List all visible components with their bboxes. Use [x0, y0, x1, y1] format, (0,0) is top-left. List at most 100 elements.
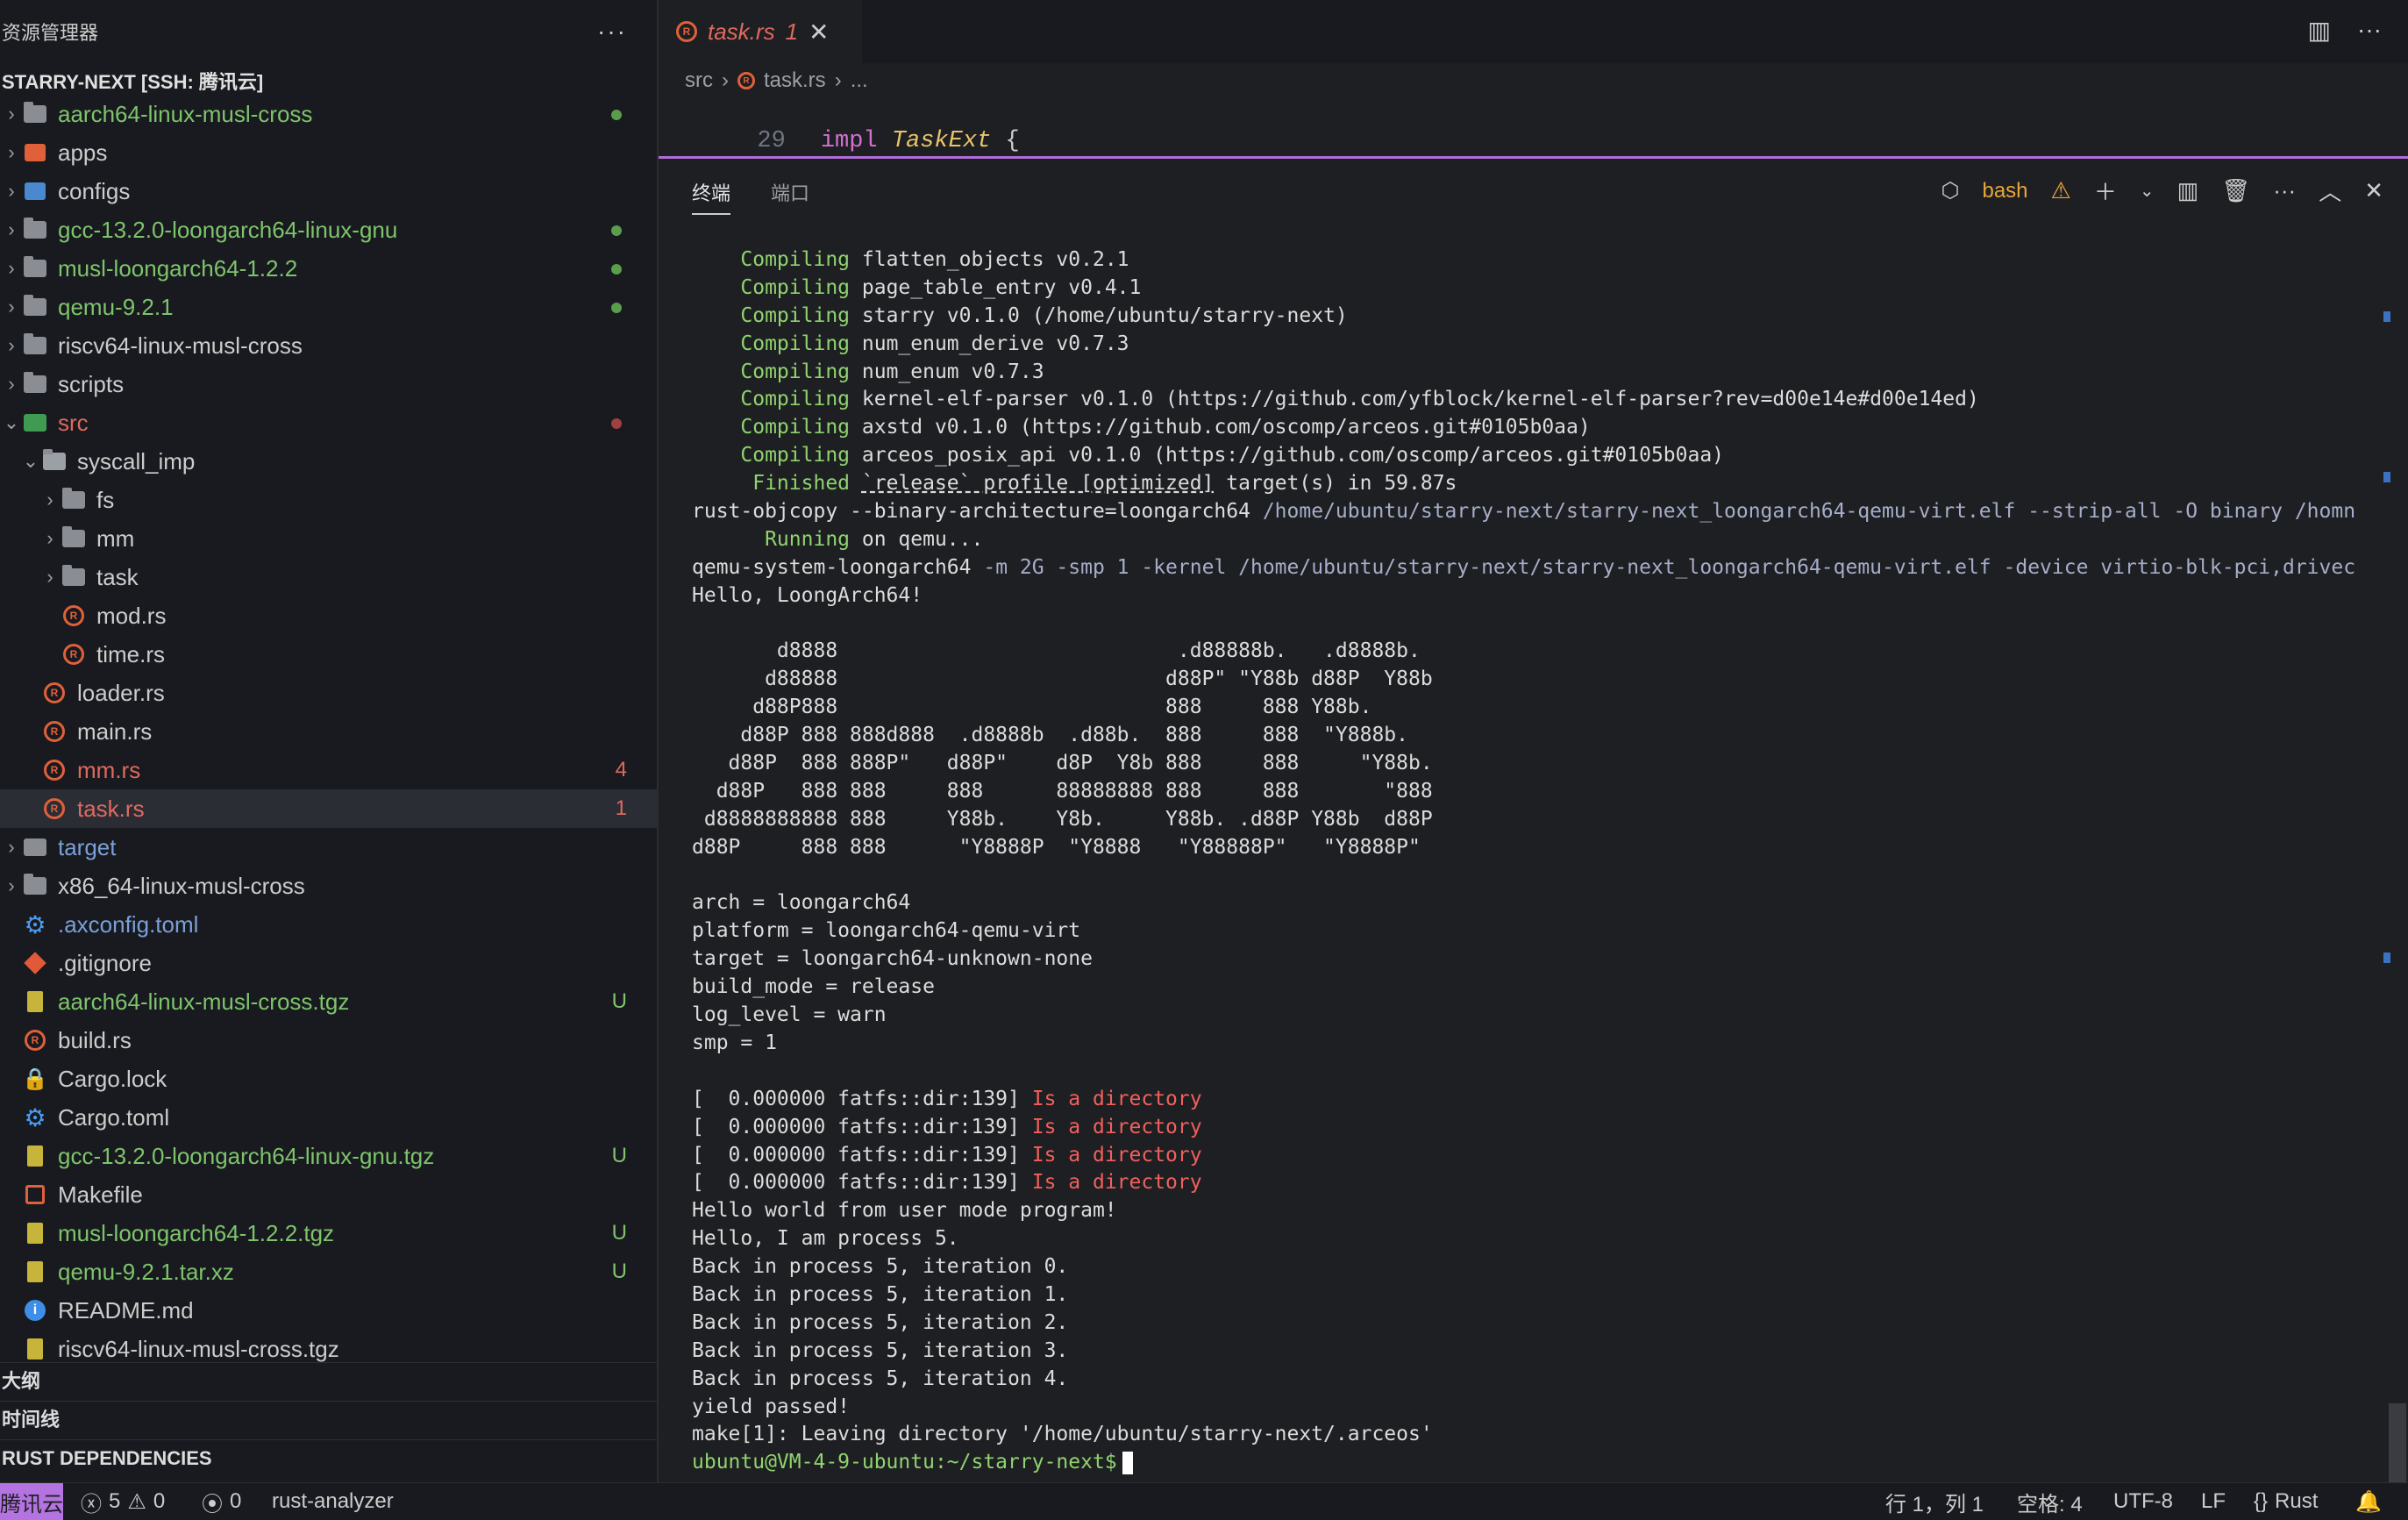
- editor-area: R task.rs 1 ✕ ▥ ··· src › R task.rs › ..…: [659, 0, 2408, 158]
- terminal-text: kernel-elf-parser v0.1.0 (https://github…: [861, 388, 1979, 411]
- folder-icon: [61, 565, 86, 589]
- info-icon: i: [23, 1298, 47, 1323]
- folder-item[interactable]: › aarch64-linux-musl-cross: [0, 95, 657, 133]
- file-item[interactable]: ⚙ .axconfig.toml: [0, 905, 657, 944]
- folder-item[interactable]: › qemu-9.2.1: [0, 288, 657, 326]
- breadcrumb-symbol[interactable]: ...: [851, 68, 868, 93]
- terminal-line: Compiling flatten_objects v0.2.1: [692, 246, 2376, 275]
- terminal-text: arceos_posix_api v0.1.0 (https://github.…: [861, 444, 1725, 467]
- trash-icon[interactable]: 🗑: [2221, 177, 2250, 204]
- close-tab-icon[interactable]: ✕: [809, 18, 829, 46]
- folder-item[interactable]: › x86_64-linux-musl-cross: [0, 867, 657, 905]
- folder-item[interactable]: ⌄ src: [0, 403, 657, 442]
- status-badge: 4: [615, 758, 627, 781]
- problems-indicator[interactable]: ⓧ 5 ⚠ 0: [81, 1483, 165, 1520]
- chevron-right-icon: ›: [8, 257, 15, 279]
- ports-indicator[interactable]: ⦿ 0: [202, 1483, 241, 1520]
- breadcrumb-src[interactable]: src: [685, 68, 713, 93]
- file-item[interactable]: Rmod.rs: [0, 596, 657, 635]
- terminal-line: d88P 888 888 "Y8888P "Y8888 "Y88888P" "Y…: [692, 834, 2376, 862]
- braces-icon: {}: [2254, 1489, 2269, 1513]
- maximize-panel-icon[interactable]: ︿: [2319, 175, 2341, 207]
- terminal-line: Compiling arceos_posix_api v0.1.0 (https…: [692, 442, 2376, 470]
- tab-terminal[interactable]: 终端: [692, 178, 731, 215]
- folder-item[interactable]: › task: [0, 558, 657, 596]
- folder-item[interactable]: › fs: [0, 481, 657, 519]
- folder-item[interactable]: ⌄ syscall_imp: [0, 442, 657, 481]
- cursor-position[interactable]: 行 1，列 1: [1885, 1483, 1984, 1520]
- terminal-line: arch = loongarch64: [692, 889, 2376, 917]
- file-item[interactable]: 🔒 Cargo.lock: [0, 1060, 657, 1098]
- file-item[interactable]: gcc-13.2.0-loongarch64-linux-gnu.tgz U: [0, 1137, 657, 1175]
- file-item[interactable]: Rbuild.rs: [0, 1021, 657, 1060]
- shell-name[interactable]: bash: [1982, 179, 2027, 203]
- terminal-line: d88P 888 888P" d88P" d8P Y8b 888 888 "Y8…: [692, 750, 2376, 778]
- breadcrumb-file[interactable]: task.rs: [764, 68, 826, 93]
- terminal-text: Running: [692, 527, 862, 551]
- project-header[interactable]: STARRY-NEXT [SSH: 腾讯云]: [0, 67, 659, 98]
- terminal-text: Back in process 5, iteration 2.: [692, 1310, 1069, 1334]
- status-badge: U: [611, 1221, 627, 1245]
- file-item[interactable]: Makefile: [0, 1175, 657, 1214]
- file-item[interactable]: Rmm.rs 4: [0, 751, 657, 789]
- terminal-line: platform = loongarch64-qemu-virt: [692, 917, 2376, 946]
- terminal-panel: 终端 端口 ⬡ bash ⚠ ＋ ⌄ ▥ 🗑 ··· ︿ ✕ Compiling…: [659, 159, 2408, 1482]
- file-item[interactable]: ⚙ Cargo.toml: [0, 1098, 657, 1137]
- terminal-output[interactable]: Compiling flatten_objects v0.2.1 Compili…: [692, 246, 2376, 1477]
- language-mode[interactable]: {} Rust: [2254, 1483, 2318, 1520]
- tab-ports[interactable]: 端口: [771, 178, 809, 215]
- folder-item[interactable]: › riscv64-linux-musl-cross: [0, 326, 657, 365]
- tree-item-label: aarch64-linux-musl-cross.tgz: [58, 988, 350, 1015]
- file-item[interactable]: musl-loongarch64-1.2.2.tgz U: [0, 1214, 657, 1252]
- terminal-text: [ 0.000000 fatfs::dir:139]: [692, 1171, 1032, 1195]
- file-item[interactable]: qemu-9.2.1.tar.xz U: [0, 1252, 657, 1291]
- terminal-line: d88P 888 888 888 88888888 888 888 "888: [692, 778, 2376, 806]
- remote-indicator[interactable]: 腾讯云: [0, 1483, 63, 1520]
- file-item[interactable]: Rtask.rs 1: [0, 789, 657, 828]
- tree-item-label: scripts: [58, 370, 125, 397]
- folder-item[interactable]: › gcc-13.2.0-loongarch64-linux-gnu: [0, 211, 657, 249]
- terminal-text: Back in process 5, iteration 3.: [692, 1338, 1069, 1362]
- file-item[interactable]: Rloader.rs: [0, 674, 657, 712]
- folder-item[interactable]: › target: [0, 828, 657, 867]
- split-terminal-icon[interactable]: ▥: [2177, 177, 2199, 204]
- more-actions-icon[interactable]: ···: [2273, 177, 2296, 204]
- tree-item-label: musl-loongarch64-1.2.2: [58, 254, 298, 282]
- chevron-down-icon[interactable]: ⌄: [2140, 180, 2155, 202]
- file-item[interactable]: .gitignore: [0, 944, 657, 982]
- tab-task-rs[interactable]: R task.rs 1 ✕: [659, 0, 862, 63]
- code-line[interactable]: 30 pub fn new(uctx: UspaceContext, aspac…: [659, 139, 1900, 156]
- file-item[interactable]: Rtime.rs: [0, 635, 657, 674]
- file-item[interactable]: aarch64-linux-musl-cross.tgz U: [0, 982, 657, 1021]
- chevron-right-icon: ›: [8, 334, 15, 356]
- split-editor-icon[interactable]: ▥: [2308, 16, 2331, 45]
- terminal-line: qemu-system-loongarch64 -m 2G -smp 1 -ke…: [692, 554, 2376, 582]
- more-actions-icon[interactable]: ···: [2357, 16, 2382, 45]
- scrollbar-thumb[interactable]: [2389, 1403, 2406, 1482]
- folder-item[interactable]: › musl-loongarch64-1.2.2: [0, 249, 657, 288]
- folder-item[interactable]: › scripts: [0, 365, 657, 403]
- file-item[interactable]: i README.md: [0, 1291, 657, 1330]
- folder-item[interactable]: › apps: [0, 133, 657, 172]
- close-panel-icon[interactable]: ✕: [2364, 177, 2383, 204]
- tree-item-label: src: [58, 409, 89, 436]
- encoding[interactable]: UTF-8: [2113, 1483, 2173, 1520]
- end-of-line[interactable]: LF: [2201, 1483, 2226, 1520]
- section-rust-dependencies[interactable]: RUST DEPENDENCIES: [0, 1439, 659, 1477]
- terminal-text: target(s) in 59.87s: [1214, 472, 1457, 496]
- more-actions-icon[interactable]: ···: [597, 18, 657, 46]
- terminal-text: num_enum v0.7.3: [861, 360, 1044, 383]
- file-item[interactable]: Rmain.rs: [0, 712, 657, 751]
- new-terminal-icon[interactable]: ＋: [2094, 175, 2117, 207]
- indentation[interactable]: 空格: 4: [2017, 1483, 2083, 1520]
- folder-item[interactable]: › configs: [0, 172, 657, 211]
- folder-item[interactable]: › mm: [0, 519, 657, 558]
- terminal-text: Compiling: [692, 275, 862, 299]
- section-timeline[interactable]: 时间线: [0, 1401, 659, 1438]
- terminal-line: Compiling starry v0.1.0 (/home/ubuntu/st…: [692, 303, 2376, 331]
- terminal-line: Compiling axstd v0.1.0 (https://github.c…: [692, 414, 2376, 442]
- bell-icon[interactable]: 🔔: [2355, 1483, 2382, 1520]
- section-outline[interactable]: 大纲: [0, 1362, 659, 1400]
- rust-analyzer-status[interactable]: rust-analyzer: [272, 1483, 394, 1520]
